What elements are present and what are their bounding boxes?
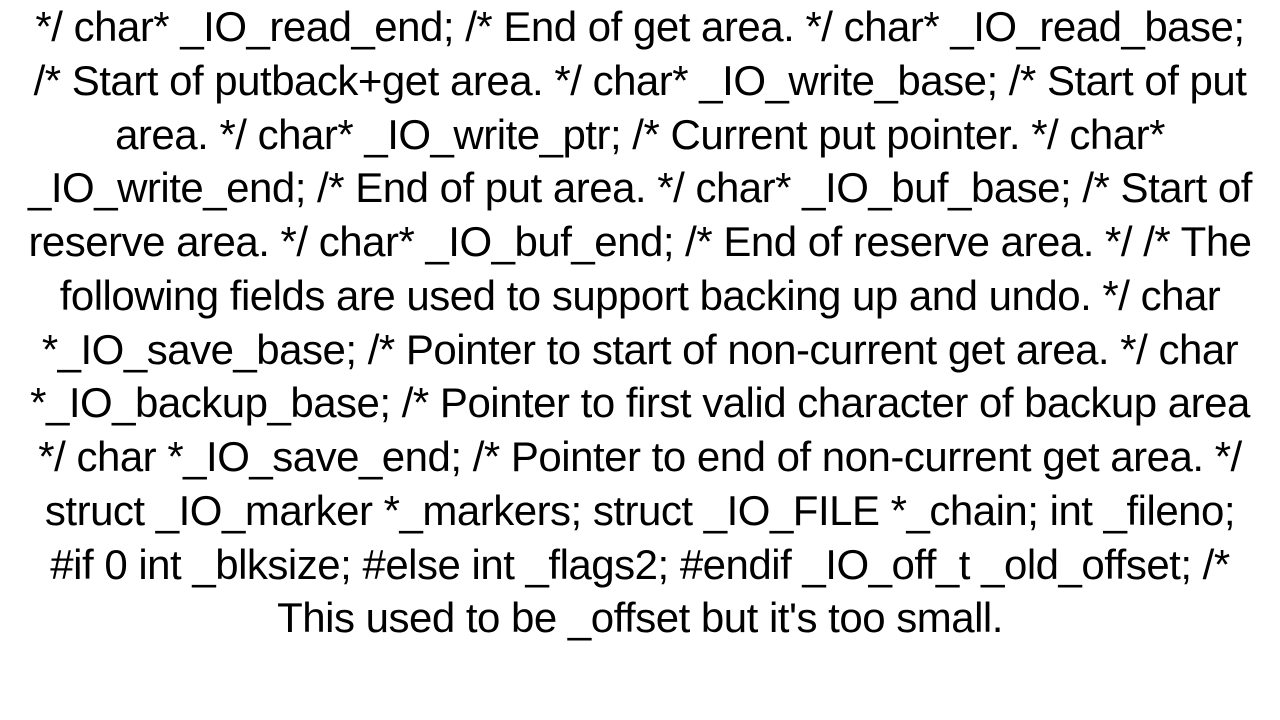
code-snippet-text: */ char* _IO_read_end; /* End of get are… [0,0,1280,645]
